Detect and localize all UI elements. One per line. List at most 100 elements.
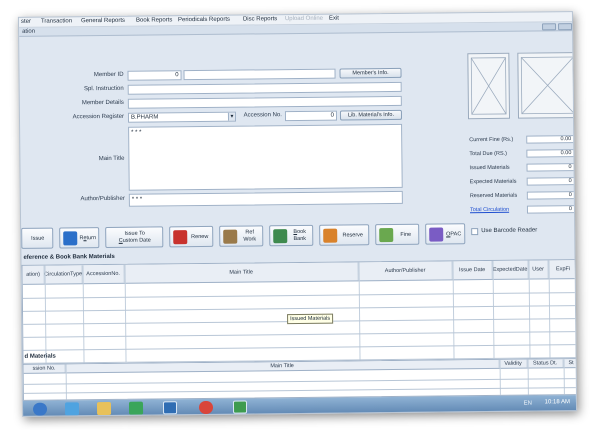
- column-header[interactable]: Main Title: [65, 359, 500, 373]
- window-title: ation: [22, 28, 36, 35]
- return-button[interactable]: Return: [59, 227, 100, 249]
- menu-transaction[interactable]: Transaction: [41, 18, 72, 24]
- issue-button[interactable]: Issue: [21, 227, 54, 249]
- language-indicator[interactable]: EN: [524, 401, 532, 407]
- column-header[interactable]: Exp Fi: [548, 260, 577, 278]
- browser-icon[interactable]: [64, 402, 80, 416]
- menu-periodicals-reports[interactable]: Periodicals Reports: [178, 17, 230, 24]
- window-restore-button[interactable]: [542, 23, 557, 31]
- menu-master[interactable]: ster: [21, 19, 31, 25]
- author-publisher-field: * * *: [128, 190, 403, 207]
- column-header[interactable]: Status Dt.: [527, 359, 564, 368]
- menu-book-reports[interactable]: Book Reports: [136, 17, 172, 23]
- menu-upload-online: Upload Online: [284, 15, 324, 23]
- column-header[interactable]: User: [528, 260, 549, 279]
- table-row[interactable]: [23, 387, 577, 394]
- ref-work-label: Ref Work: [243, 229, 257, 243]
- issue-to-custom-date-label: Issue To Custom Date: [118, 230, 151, 244]
- member-details-label: Member Details: [81, 99, 124, 107]
- member-details-field: [127, 95, 402, 109]
- dropdown-arrow-icon[interactable]: ▼: [227, 112, 236, 121]
- window-close-button[interactable]: [558, 23, 573, 31]
- magnifier-icon: [429, 227, 444, 242]
- column-header[interactable]: Accession No.: [82, 264, 125, 284]
- reserved-materials-value: 0: [526, 191, 575, 200]
- issued-materials-value: 0: [526, 163, 575, 172]
- library-app-icon[interactable]: [162, 401, 178, 415]
- total-due-value: 0.00: [526, 149, 575, 158]
- column-header[interactable]: Validity: [499, 359, 528, 368]
- issue-label: Issue: [31, 235, 45, 242]
- reserved-materials-grid: ssion No. Main Title Validity Status Dt.…: [22, 358, 578, 401]
- column-header[interactable]: Circulation Type: [44, 265, 83, 284]
- fine-button[interactable]: Fine: [375, 223, 420, 246]
- author-publisher-label: Author/Publisher: [80, 195, 125, 203]
- expected-materials-label: Expected Materials: [469, 178, 517, 186]
- books-icon: [223, 229, 238, 244]
- book-bank-label: Book Bank: [293, 228, 307, 243]
- material-photo-placeholder: [517, 52, 576, 119]
- issue-to-custom-date-button[interactable]: Issue To Custom Date: [105, 226, 164, 249]
- return-label: Return: [79, 235, 97, 242]
- windows-orb-icon[interactable]: [32, 402, 48, 416]
- issued-materials-tooltip: Issued Materials: [287, 313, 334, 325]
- expected-materials-value: 0: [526, 177, 575, 186]
- folder-icon[interactable]: [96, 401, 112, 416]
- column-header[interactable]: Main Title: [124, 262, 359, 283]
- total-circulation-value: 0: [526, 205, 576, 214]
- reference-book-bank-section-title: eference & Book Bank Materials: [23, 253, 115, 261]
- member-id-label: Member ID: [93, 71, 124, 79]
- pen-app-icon[interactable]: [128, 401, 144, 415]
- reserve-button[interactable]: Reserve: [319, 224, 370, 246]
- reserve-label: Reserve: [342, 232, 363, 239]
- renew-label: Renew: [191, 233, 209, 241]
- chrome-icon[interactable]: [198, 400, 214, 415]
- accession-no-label: Accession No.: [243, 112, 282, 119]
- column-header[interactable]: Expected Date: [492, 260, 529, 279]
- accession-register-select[interactable]: B.PHARM ▼: [127, 111, 237, 123]
- accession-register-value: B.PHARM: [130, 114, 159, 121]
- ref-work-button[interactable]: Ref Work: [219, 225, 264, 247]
- book-bank-icon: [273, 229, 288, 244]
- fine-icon: [379, 227, 394, 243]
- column-header[interactable]: ation): [22, 265, 45, 284]
- barcode-reader-label: Use Barcode Reader: [481, 227, 538, 235]
- book-bank-button[interactable]: Book Bank: [269, 224, 314, 247]
- fine-label: Fine: [400, 231, 412, 238]
- opac-button[interactable]: OPAC: [425, 223, 466, 245]
- member-photo-placeholder: [467, 52, 511, 120]
- image-placeholder-icon: [470, 57, 507, 115]
- member-id-input[interactable]: 0: [127, 70, 182, 81]
- spl-instruction-label: Spl. Instruction: [83, 85, 124, 93]
- table-row[interactable]: [23, 378, 577, 385]
- menu-general-reports[interactable]: General Reports: [81, 18, 125, 24]
- spl-instruction-field[interactable]: [127, 81, 402, 95]
- lib-materials-info-button[interactable]: Lib. Material's Info.: [339, 109, 403, 121]
- total-due-label: Total Due (RS.): [469, 150, 508, 158]
- main-title-label: Main Title: [98, 155, 125, 163]
- accession-register-label: Accession Register: [72, 113, 125, 121]
- column-header[interactable]: St: [564, 359, 578, 367]
- current-fine-value: 0.00: [526, 135, 575, 144]
- screenshot-frame: ster Transaction General Reports Book Re…: [17, 11, 578, 417]
- accession-no-input[interactable]: 0: [284, 110, 338, 122]
- barcode-reader-checkbox[interactable]: [471, 228, 479, 236]
- menu-exit[interactable]: Exit: [329, 16, 339, 22]
- spreadsheet-icon[interactable]: [232, 400, 248, 414]
- reserved-materials-section-title: d Materials: [24, 353, 56, 360]
- reserve-icon: [323, 228, 338, 243]
- column-header[interactable]: Author/Publisher: [358, 261, 453, 281]
- renew-button[interactable]: Renew: [169, 225, 214, 248]
- total-circulation-link[interactable]: Total Circulation: [470, 207, 509, 213]
- column-header[interactable]: Issue Date: [452, 260, 493, 280]
- menu-disc-reports[interactable]: Disc Reports: [243, 16, 277, 22]
- member-name-field: [183, 68, 336, 81]
- opac-label: OPAC: [446, 231, 462, 238]
- calendar-icon: [173, 230, 188, 245]
- main-title-field: * * *: [128, 123, 403, 191]
- return-arrow-icon: [63, 231, 78, 246]
- taskbar-clock[interactable]: 10:18 AM: [545, 399, 570, 405]
- current-fine-label: Current Fine (Rs.): [469, 136, 514, 144]
- members-info-button[interactable]: Member's Info.: [339, 67, 402, 79]
- column-header[interactable]: ssion No.: [23, 364, 66, 373]
